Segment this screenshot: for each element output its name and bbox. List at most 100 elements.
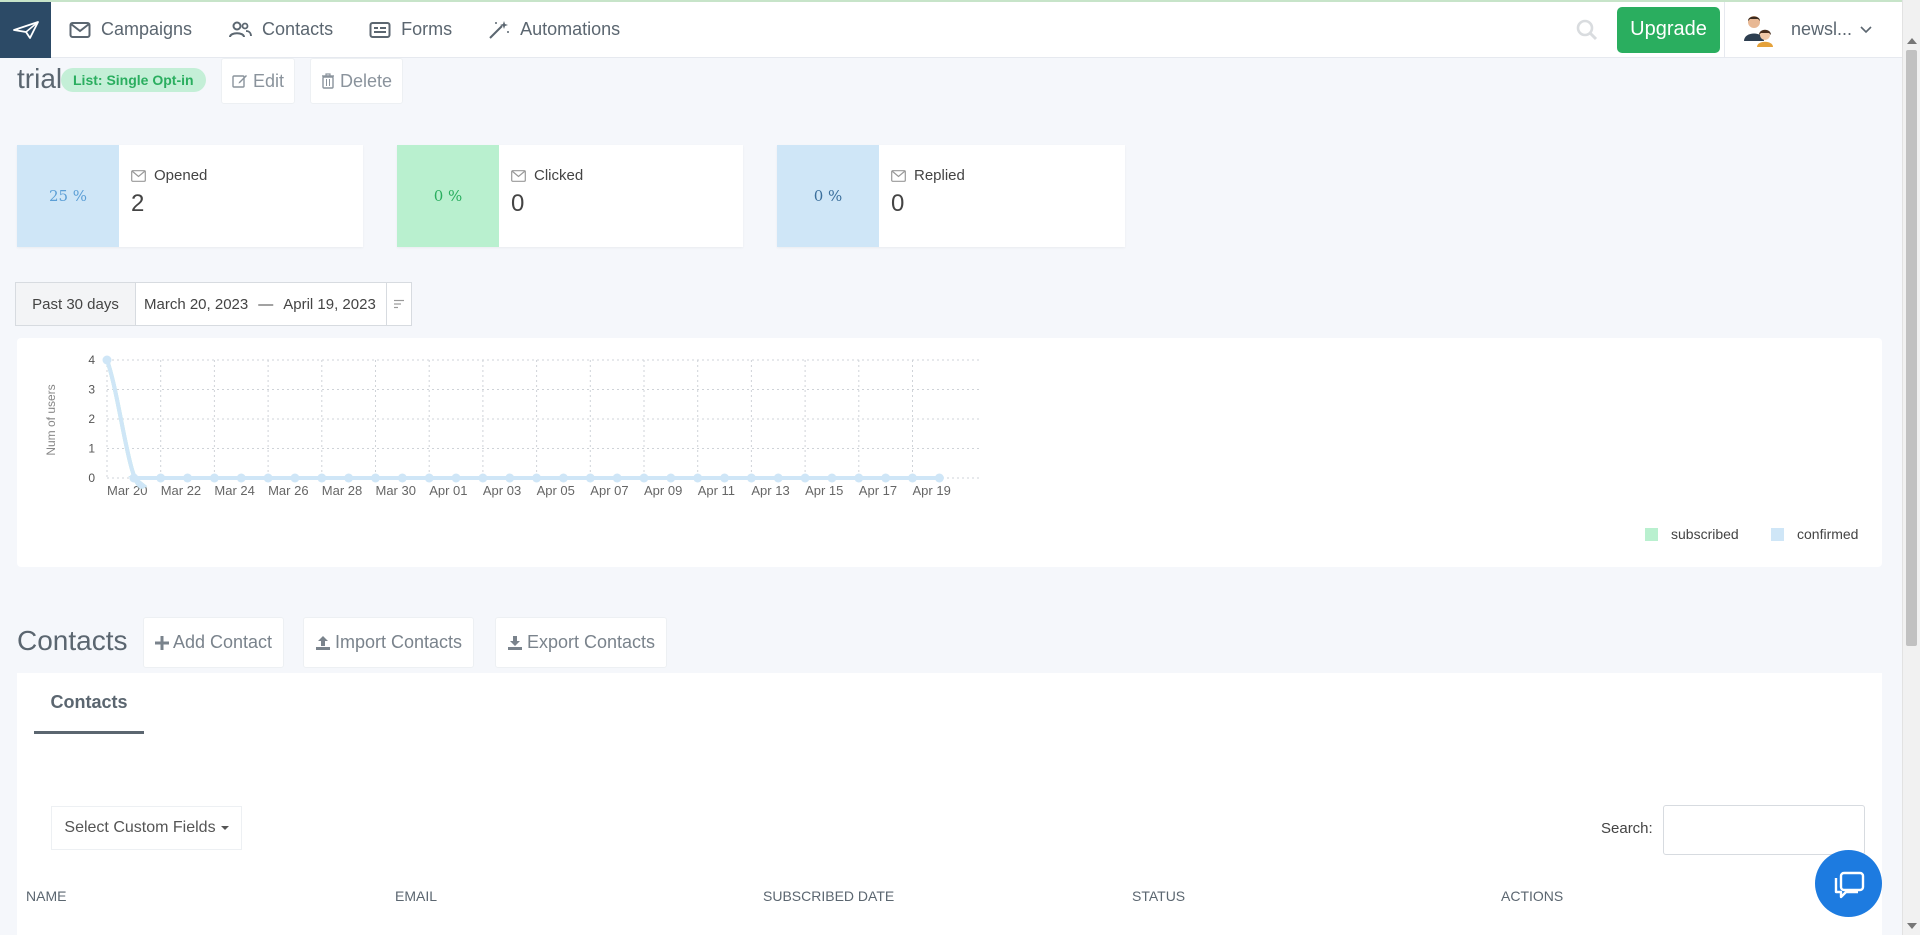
subscribers-chart-svg: 01234 Mar 20 Mar 22 Mar 24 Mar 26 Mar 28 Mar …: [44, 353, 1858, 542]
import-contacts-button[interactable]: Import Contacts: [303, 617, 475, 668]
search-input[interactable]: [1663, 805, 1865, 855]
users-icon: [228, 21, 252, 39]
chart-point[interactable]: [585, 473, 595, 483]
search-icon[interactable]: [1575, 18, 1599, 42]
date-range-end: April 19, 2023: [283, 295, 376, 313]
chart-point[interactable]: [532, 473, 542, 483]
column-header-name[interactable]: NAME: [26, 888, 66, 904]
plus-icon: [155, 635, 169, 650]
chart-x-tick-label: Apr 15: [805, 483, 843, 498]
tab-contacts[interactable]: Contacts: [34, 673, 144, 734]
chart-series: [102, 355, 944, 489]
filter-lines-icon: [394, 299, 404, 309]
edit-label: Edit: [253, 70, 285, 91]
chart-point[interactable]: [558, 473, 568, 483]
download-icon: [507, 635, 523, 651]
date-range-picker[interactable]: Past 30 days March 20, 2023 — April 19, …: [15, 282, 412, 326]
contacts-title: Contacts: [17, 625, 128, 656]
chart-point[interactable]: [827, 473, 837, 483]
search-label: Search:: [1601, 820, 1653, 837]
chart-point[interactable]: [156, 473, 166, 483]
export-contacts-button[interactable]: Export Contacts: [495, 617, 668, 668]
chat-widget-button[interactable]: [1815, 850, 1882, 917]
chart-point[interactable]: [720, 473, 730, 483]
stat-clicked-value: 0: [511, 190, 525, 217]
chart-point[interactable]: [451, 473, 461, 483]
chart-point[interactable]: [209, 473, 219, 483]
nav-campaigns[interactable]: Campaigns: [51, 2, 210, 58]
chart-y-axis-label: Num of users: [44, 384, 58, 455]
add-contact-button[interactable]: Add Contact: [143, 617, 285, 668]
nav-forms[interactable]: Forms: [351, 2, 470, 58]
chart-point[interactable]: [236, 473, 246, 483]
chart-point[interactable]: [773, 473, 783, 483]
chart-x-tick-label: Apr 05: [537, 483, 575, 498]
legend-swatch-subscribed: [1645, 528, 1658, 541]
scroll-down-arrow[interactable]: [1907, 923, 1917, 929]
chart-point[interactable]: [371, 473, 380, 483]
chart-point[interactable]: [102, 355, 112, 365]
date-range-preset[interactable]: Past 30 days: [16, 283, 136, 325]
column-header-actions[interactable]: ACTIONS: [1501, 888, 1563, 904]
chart-y-tick-label: 4: [88, 353, 95, 367]
chart-point[interactable]: [344, 473, 354, 483]
page-scrollbar[interactable]: [1902, 0, 1920, 935]
chart-x-tick-label: Apr 19: [913, 483, 951, 498]
upgrade-button[interactable]: Upgrade: [1617, 6, 1720, 53]
column-header-email[interactable]: EMAIL: [395, 888, 437, 904]
subscribers-chart: 01234 Mar 20 Mar 22 Mar 24 Mar 26 Mar 28 Mar …: [17, 338, 1882, 567]
chart-x-tick-label: Apr 03: [483, 483, 521, 498]
date-range-separator: —: [258, 295, 274, 313]
chart-point[interactable]: [934, 473, 944, 483]
chevron-down-icon: [1860, 25, 1872, 34]
chart-point[interactable]: [397, 473, 407, 483]
column-header-status[interactable]: STATUS: [1132, 888, 1185, 904]
nav-forms-label: Forms: [401, 19, 453, 39]
nav-automations-label: Automations: [520, 19, 621, 39]
chart-point[interactable]: [854, 473, 864, 483]
date-range-menu-button[interactable]: [386, 283, 411, 325]
list-type-badge: List: Single Opt-in: [61, 68, 206, 92]
chart-point[interactable]: [881, 473, 891, 483]
chart-point[interactable]: [746, 473, 756, 483]
chart-point[interactable]: [505, 473, 515, 483]
scroll-up-arrow[interactable]: [1907, 38, 1917, 44]
nav-campaigns-label: Campaigns: [101, 19, 193, 39]
legend-label-confirmed[interactable]: confirmed: [1797, 526, 1858, 542]
chart-point[interactable]: [478, 473, 488, 483]
column-header-subscribed-date[interactable]: SUBSCRIBED DATE: [763, 888, 894, 904]
chart-point[interactable]: [263, 473, 273, 483]
chart-point[interactable]: [666, 473, 676, 483]
chart-point[interactable]: [639, 473, 649, 483]
chart-point[interactable]: [290, 473, 300, 483]
select-custom-fields-dropdown[interactable]: Select Custom Fields: [51, 806, 242, 850]
delete-button[interactable]: Delete: [310, 58, 404, 104]
user-name: newsl...: [1791, 19, 1853, 39]
chart-point[interactable]: [183, 473, 193, 483]
date-range-dates[interactable]: March 20, 2023 — April 19, 2023: [136, 283, 386, 325]
chart-point[interactable]: [800, 473, 810, 483]
chart-point[interactable]: [693, 473, 703, 483]
edit-button[interactable]: Edit: [221, 58, 296, 104]
legend-label-subscribed[interactable]: subscribed: [1671, 526, 1739, 542]
chart-point[interactable]: [908, 473, 917, 483]
form-icon: [369, 21, 391, 39]
paper-plane-icon: [12, 20, 39, 39]
stat-card-opened: 25 % Opened 2: [17, 145, 363, 247]
chart-point[interactable]: [129, 473, 139, 483]
chart-point[interactable]: [317, 473, 327, 483]
scroll-thumb[interactable]: [1906, 50, 1917, 646]
user-menu[interactable]: newsl...: [1724, 1, 1902, 58]
chart-x-tick-label: Mar 22: [161, 483, 201, 498]
chart-point[interactable]: [612, 473, 622, 483]
brand-logo[interactable]: [0, 1, 51, 58]
nav-automations[interactable]: Automations: [470, 2, 638, 58]
chart-point[interactable]: [424, 473, 434, 483]
chat-icon: [1834, 871, 1864, 898]
stat-replied-value: 0: [891, 190, 905, 217]
envelope-icon: [511, 169, 526, 182]
nav-contacts[interactable]: Contacts: [210, 2, 351, 58]
chart-x-tick-label: Mar 24: [214, 483, 254, 498]
chart-x-tick-label: Mar 28: [322, 483, 362, 498]
chart-x-ticks: Mar 20 Mar 22 Mar 24 Mar 26 Mar 28 Mar 30 Apr …: [107, 483, 951, 498]
